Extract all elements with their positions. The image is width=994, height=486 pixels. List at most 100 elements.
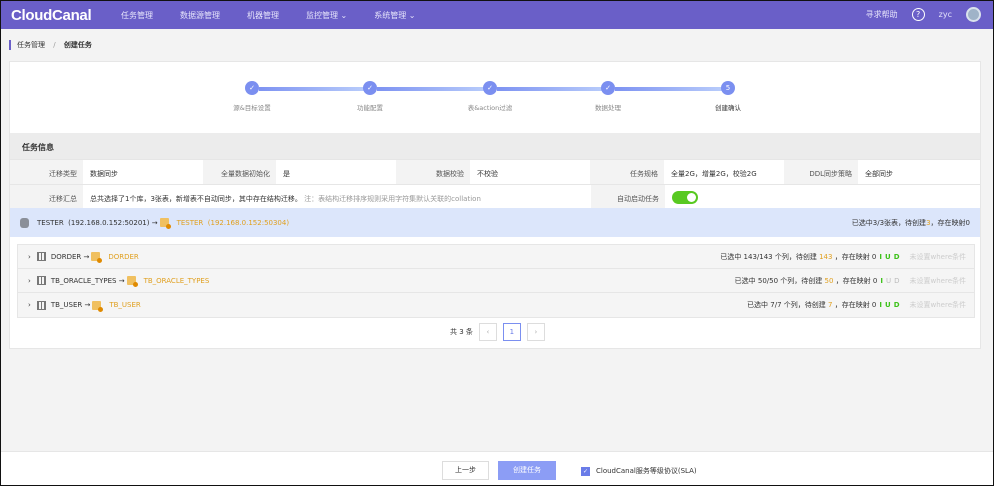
step-4: ✓ 数据处理 (578, 81, 638, 112)
step-number: 5 (721, 81, 735, 95)
insert-action[interactable]: I (879, 253, 882, 261)
where-condition-link[interactable]: 未设置where条件 (910, 276, 967, 286)
table-icon (36, 276, 46, 285)
section-title: 任务信息 (10, 133, 980, 159)
table-icon (36, 300, 46, 310)
check-icon: ✓ (245, 81, 259, 95)
column-stat: 已选中 143/143 个列，待创建 (720, 252, 817, 261)
delete-action[interactable]: D (894, 253, 900, 261)
nav-monitor-management[interactable]: 监控管理 ⌄ (306, 10, 347, 21)
nav-machine-management[interactable]: 机器管理 (247, 10, 279, 21)
update-action[interactable]: U (885, 301, 891, 309)
arrow-icon: → (116, 276, 125, 285)
table-row[interactable]: › TB_ORACLE_TYPES → TB_ORACLE_TYPES 已选中 … (18, 269, 974, 293)
step-label: 表&action过滤 (467, 104, 513, 112)
sla-label[interactable]: CloudCanal服务等级协议(SLA) (596, 466, 697, 476)
table-row[interactable]: › DORDER → DORDER 已选中 143/143 个列，待创建 143… (18, 245, 974, 269)
database-icon (20, 217, 29, 228)
create-task-button[interactable]: 创建任务 (498, 461, 556, 480)
table-list: › DORDER → DORDER 已选中 143/143 个列，待创建 143… (17, 244, 975, 318)
breadcrumb-parent[interactable]: 任务管理 (17, 41, 45, 49)
target-table: TB_ORACLE_TYPES (143, 276, 210, 285)
next-page-button[interactable]: › (526, 323, 545, 341)
arrow-icon: → (151, 218, 158, 227)
prev-page-button[interactable]: ‹ (478, 323, 497, 341)
target-address: (192.168.0.152:50304) (207, 218, 290, 227)
breadcrumb-separator: / (53, 41, 56, 49)
info-value: 全部同步 (865, 170, 893, 178)
pagination: 共 3 条 ‹ 1 › (450, 323, 545, 341)
chevron-right-icon[interactable]: › (28, 253, 31, 261)
insert-action[interactable]: I (879, 301, 882, 309)
stat-text: ，存在映射0 (930, 218, 970, 227)
source-table: DORDER (50, 252, 82, 261)
summary-note: 注：表结构迁移排序规则采用字符集默认关联的collation (304, 195, 481, 203)
info-row: 迁移类型 数据同步 全量数据初始化 是 数据校验 不校验 任务规格 全量2G，增… (10, 159, 980, 184)
info-value: 数据同步 (90, 170, 118, 178)
table-row[interactable]: › TB_USER → TB_USER 已选中 7/7 个列，待创建 7 ，存在… (18, 293, 974, 317)
target-table: TB_USER (109, 301, 141, 309)
chevron-right-icon[interactable]: › (28, 277, 31, 285)
column-stat: ，存在映射 0 (834, 301, 877, 309)
info-label: DDL同步策略 (784, 160, 858, 184)
question-icon[interactable]: ? (911, 8, 925, 21)
auto-start-toggle[interactable] (672, 191, 698, 204)
stat-text: 已选中3/3张表，待创建 (851, 218, 927, 227)
column-stat: ，存在映射 0 (835, 276, 878, 285)
column-stat: 已选中 7/7 个列，待创建 (747, 301, 826, 309)
main-card: ✓ 源&目标设置 ✓ 功能配置 ✓ 表&action过滤 ✓ 数据处理 5 创建确认 任务… (9, 61, 981, 349)
username[interactable]: zyc (939, 10, 952, 19)
summary-text: 总共选择了1个库，3张表，新增表不自动同步，其中存在结构迁移。 (90, 195, 302, 203)
table-icon (36, 252, 46, 261)
where-condition-link[interactable]: 未设置where条件 (910, 252, 967, 262)
breadcrumb: 任务管理 / 创建任务 (9, 40, 92, 50)
check-icon: ✓ (601, 81, 615, 95)
insert-action[interactable]: I (880, 277, 883, 285)
source-address: (192.168.0.152:50201) (68, 218, 150, 227)
column-count: 7 (828, 301, 833, 309)
column-stat: ，存在映射 0 (834, 252, 877, 261)
delete-action[interactable]: D (894, 301, 900, 309)
logo[interactable]: CloudCanal (11, 7, 121, 24)
page-1-button[interactable]: 1 (502, 323, 521, 341)
help-link[interactable]: 寻求帮助 (866, 9, 898, 20)
step-2: ✓ 功能配置 (340, 81, 400, 112)
nav-datasource-management[interactable]: 数据源管理 (180, 10, 220, 21)
info-label: 全量数据初始化 (203, 160, 276, 184)
update-action[interactable]: U (886, 277, 891, 285)
chevron-right-icon[interactable]: › (28, 301, 31, 309)
target-table: DORDER (108, 252, 139, 261)
source-table: TB_USER (50, 301, 83, 309)
target-table-icon (126, 276, 138, 287)
footer: 上一步 创建任务 ✓ CloudCanal服务等级协议(SLA) (1, 451, 993, 485)
nav-system-management[interactable]: 系统管理 ⌄ (374, 10, 415, 21)
delete-action[interactable]: D (894, 277, 899, 285)
update-action[interactable]: U (885, 253, 891, 261)
source-table: TB_ORACLE_TYPES (50, 276, 117, 285)
target-db-icon (159, 218, 171, 229)
total-count: 共 3 条 (450, 328, 473, 336)
column-stat: 已选中 50/50 个列，待创建 (734, 276, 823, 285)
info-value: 是 (283, 170, 290, 178)
sla-checkbox[interactable]: ✓ (581, 466, 590, 476)
info-label: 迁移类型 (10, 160, 83, 184)
info-label: 迁移汇总 (10, 185, 83, 209)
nav-task-management[interactable]: 任务管理 (121, 10, 153, 21)
source-target-row[interactable]: TESTER (192.168.0.152:50201) → TESTER (1… (10, 208, 980, 237)
step-3: ✓ 表&action过滤 (460, 81, 520, 112)
info-label: 数据校验 (396, 160, 470, 184)
step-label: 创建确认 (715, 104, 741, 112)
avatar[interactable] (966, 7, 981, 22)
where-condition-link[interactable]: 未设置where条件 (910, 300, 967, 310)
info-label: 自动启动任务 (591, 185, 665, 209)
info-row: 迁移汇总 总共选择了1个库，3张表，新增表不自动同步，其中存在结构迁移。 注：表… (10, 184, 980, 209)
arrow-icon: → (81, 252, 90, 261)
check-icon: ✓ (483, 81, 497, 95)
check-icon: ✓ (363, 81, 377, 95)
step-label: 源&目标设置 (233, 104, 271, 112)
step-5: 5 创建确认 (698, 81, 758, 112)
previous-step-button[interactable]: 上一步 (442, 461, 489, 480)
info-label: 任务规格 (590, 160, 664, 184)
info-value: 全量2G，增量2G，校验2G (671, 170, 757, 178)
breadcrumb-current: 创建任务 (63, 41, 92, 49)
